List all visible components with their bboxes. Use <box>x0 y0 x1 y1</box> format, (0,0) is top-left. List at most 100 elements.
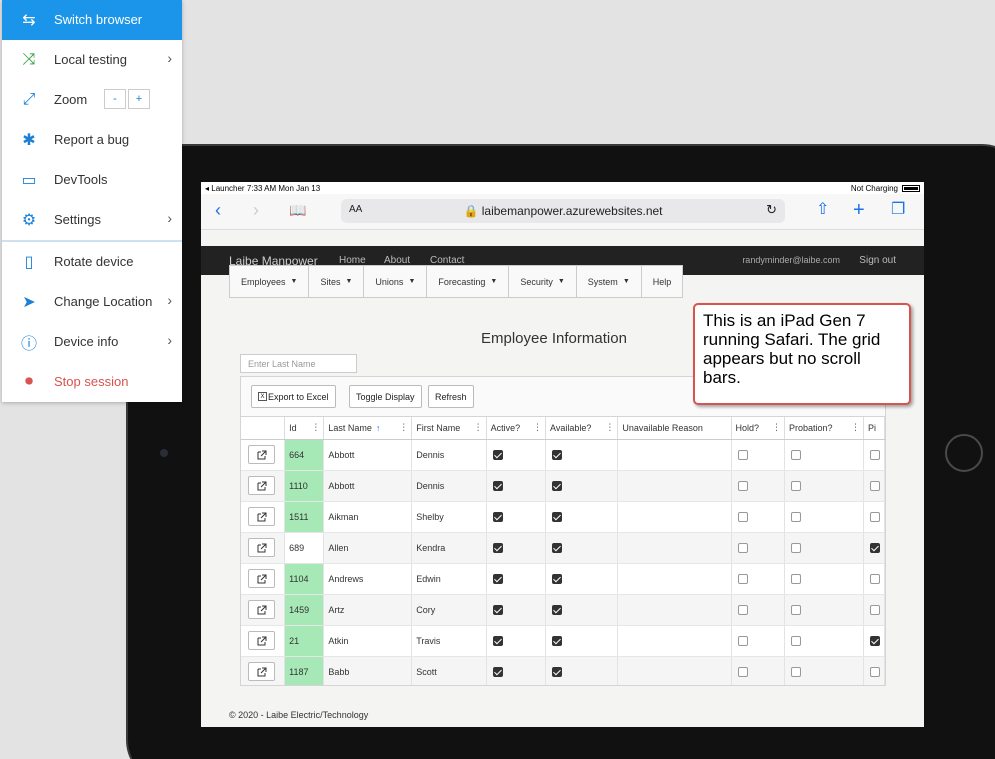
menu-system[interactable]: System ▼ <box>577 266 642 297</box>
column-menu-icon[interactable]: ⋮ <box>311 422 320 433</box>
sign-out-link[interactable]: Sign out <box>859 255 896 266</box>
column-menu-icon[interactable]: ⋮ <box>399 422 408 433</box>
col-probation[interactable]: Probation? ⋮ <box>784 417 864 440</box>
checkbox[interactable] <box>552 511 563 522</box>
checkbox[interactable] <box>737 542 748 553</box>
checkbox[interactable] <box>790 449 801 460</box>
panel-item-settings[interactable]: ⚙ Settings › <box>2 200 182 240</box>
checkbox[interactable] <box>869 635 880 646</box>
last-name-search-input[interactable] <box>240 354 357 373</box>
panel-item-local-testing[interactable]: ⤨ Local testing › <box>2 40 182 80</box>
checkbox[interactable] <box>737 449 748 460</box>
checkbox[interactable] <box>492 604 503 615</box>
checkbox[interactable] <box>552 480 563 491</box>
column-menu-icon[interactable]: ⋮ <box>772 422 781 433</box>
checkbox[interactable] <box>552 604 563 615</box>
col-active[interactable]: Active? ⋮ <box>486 417 547 440</box>
checkbox[interactable] <box>492 480 503 491</box>
checkbox[interactable] <box>790 542 801 553</box>
col-first-name[interactable]: First Name ⋮ <box>411 417 487 440</box>
checkbox[interactable] <box>552 666 563 677</box>
cell-p <box>863 625 885 657</box>
checkbox[interactable] <box>869 511 880 522</box>
checkbox[interactable] <box>737 666 748 677</box>
checkbox[interactable] <box>869 666 880 677</box>
col-p[interactable]: Pi <box>863 417 885 440</box>
menu-forecasting[interactable]: Forecasting ▼ <box>427 266 510 297</box>
panel-item-report-a-bug[interactable]: ✱ Report a bug <box>2 120 182 160</box>
column-menu-icon[interactable]: ⋮ <box>533 422 542 433</box>
col-last-name[interactable]: Last Name ↑ ⋮ <box>323 417 413 440</box>
back-icon[interactable]: ‹ <box>215 200 221 220</box>
share-icon[interactable]: ⇧ <box>816 200 829 220</box>
checkbox[interactable] <box>552 449 563 460</box>
menu-security[interactable]: Security ▼ <box>509 266 577 297</box>
panel-item-devtools[interactable]: ▭ DevTools <box>2 160 182 200</box>
checkbox[interactable] <box>869 604 880 615</box>
checkbox[interactable] <box>790 480 801 491</box>
open-record-button[interactable] <box>248 662 275 681</box>
checkbox[interactable] <box>737 573 748 584</box>
panel-item-change-location[interactable]: ➤ Change Location › <box>2 282 182 322</box>
checkbox[interactable] <box>869 573 880 584</box>
checkbox[interactable] <box>492 666 503 677</box>
tabs-icon[interactable]: ❐ <box>891 200 905 220</box>
checkbox[interactable] <box>492 542 503 553</box>
col-id[interactable]: Id ⋮ <box>284 417 325 440</box>
checkbox[interactable] <box>869 449 880 460</box>
panel-item-rotate-device[interactable]: ▯ Rotate device <box>2 242 182 282</box>
checkbox[interactable] <box>790 604 801 615</box>
col-unavailable-reason[interactable]: Unavailable Reason <box>617 417 732 440</box>
zoom-in-button[interactable]: + <box>128 89 150 109</box>
menu-sites[interactable]: Sites ▼ <box>309 266 365 297</box>
col-hold[interactable]: Hold? ⋮ <box>731 417 785 440</box>
checkbox[interactable] <box>492 573 503 584</box>
panel-item-zoom[interactable]: ⤢ Zoom - + <box>2 80 182 120</box>
panel-item-device-info[interactable]: ⓘ Device info › <box>2 322 182 362</box>
user-email[interactable]: randyminder@laibe.com <box>742 255 840 265</box>
checkbox[interactable] <box>869 480 880 491</box>
checkbox[interactable] <box>790 666 801 677</box>
zoom-out-button[interactable]: - <box>104 89 126 109</box>
new-tab-icon[interactable]: + <box>853 200 865 220</box>
checkbox[interactable] <box>790 511 801 522</box>
checkbox[interactable] <box>492 449 503 460</box>
open-record-button[interactable] <box>248 569 275 588</box>
open-record-button[interactable] <box>248 538 275 557</box>
col-available[interactable]: Available? ⋮ <box>545 417 619 440</box>
toggle-display-button[interactable]: Toggle Display <box>349 385 422 408</box>
export-excel-button[interactable]: X Export to Excel <box>251 385 336 408</box>
checkbox[interactable] <box>737 511 748 522</box>
checkbox[interactable] <box>552 573 563 584</box>
column-menu-icon[interactable]: ⋮ <box>474 422 483 433</box>
ipad-home-button[interactable] <box>945 434 983 472</box>
address-bar[interactable]: AA 🔒 laibemanpower.azurewebsites.net ↻ <box>341 199 785 223</box>
panel-item-switch-browser[interactable]: ⇆ Switch browser <box>2 0 182 40</box>
checkbox[interactable] <box>869 542 880 553</box>
column-menu-icon[interactable]: ⋮ <box>851 422 860 433</box>
menu-unions[interactable]: Unions ▼ <box>364 266 428 297</box>
open-record-button[interactable] <box>248 476 275 495</box>
open-record-button[interactable] <box>248 445 275 464</box>
checkbox[interactable] <box>492 511 503 522</box>
checkbox[interactable] <box>552 635 563 646</box>
checkbox[interactable] <box>790 573 801 584</box>
column-menu-icon[interactable]: ⋮ <box>605 422 614 433</box>
checkbox[interactable] <box>552 542 563 553</box>
menu-employees[interactable]: Employees ▼ <box>230 266 310 297</box>
bookmarks-icon[interactable]: 📖 <box>289 200 306 220</box>
open-record-button[interactable] <box>248 631 275 650</box>
stop-icon: ⏺ <box>24 373 33 390</box>
checkbox[interactable] <box>737 604 748 615</box>
open-record-button[interactable] <box>248 507 275 526</box>
refresh-button[interactable]: Refresh <box>428 385 474 408</box>
forward-icon[interactable]: › <box>253 200 259 220</box>
checkbox[interactable] <box>790 635 801 646</box>
reload-icon[interactable]: ↻ <box>766 202 777 218</box>
checkbox[interactable] <box>492 635 503 646</box>
panel-item-stop-session[interactable]: ⏺ Stop session <box>2 362 182 402</box>
open-record-button[interactable] <box>248 600 275 619</box>
checkbox[interactable] <box>737 480 748 491</box>
menu-help[interactable]: Help <box>642 266 683 297</box>
checkbox[interactable] <box>737 635 748 646</box>
